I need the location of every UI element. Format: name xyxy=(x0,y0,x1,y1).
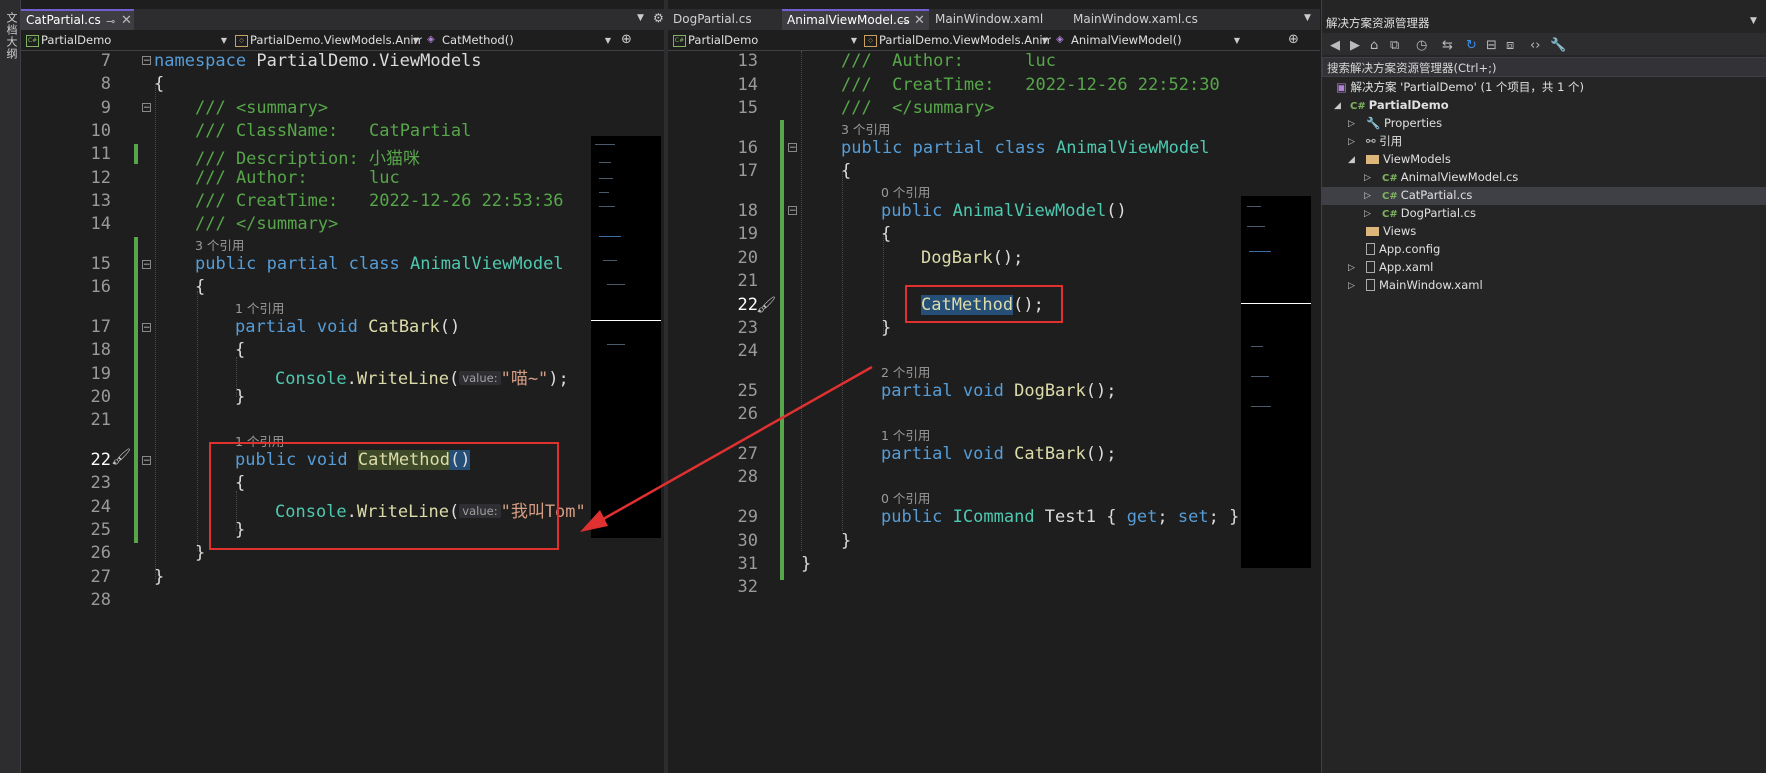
tree-item-properties[interactable]: 🔧 Properties xyxy=(1366,115,1442,132)
tree-item-label: Views xyxy=(1383,224,1417,238)
tree-item-label: DogPartial.cs xyxy=(1400,206,1477,220)
code-icon[interactable]: ‹› xyxy=(1530,38,1540,53)
tree-item-label: App.config xyxy=(1379,242,1441,256)
forward-icon[interactable]: ▶ xyxy=(1350,38,1360,53)
chevron-down-icon[interactable]: ▼ xyxy=(1750,16,1757,26)
tree-item-mainwindow-xaml[interactable]: MainWindow.xaml xyxy=(1366,277,1483,294)
back-icon[interactable]: ◀ xyxy=(1330,38,1340,53)
history-icon[interactable]: ◷ xyxy=(1416,38,1427,53)
csharp-file-icon: C# xyxy=(1382,191,1398,202)
csharp-project-icon: C# xyxy=(1350,101,1366,112)
tree-item-catpartial[interactable]: C# CatPartial.cs xyxy=(1382,187,1472,204)
tree-item-viewmodels[interactable]: ViewModels xyxy=(1366,151,1451,168)
search-input[interactable]: 搜索解决方案资源管理器(Ctrl+;) xyxy=(1322,57,1766,77)
collapsed-icon[interactable]: ▷ xyxy=(1348,263,1355,273)
tree-item-label: 引用 xyxy=(1379,134,1403,148)
solution-toolbar xyxy=(1322,33,1766,55)
wrench-icon[interactable]: 🔧 xyxy=(1550,38,1566,53)
panel-title: 解决方案资源管理器 xyxy=(1326,16,1430,30)
tree-item-references[interactable]: ⚯ 引用 xyxy=(1366,133,1402,150)
tree-item-label: CatPartial.cs xyxy=(1400,188,1473,202)
csharp-file-icon: C# xyxy=(1382,209,1398,220)
solution-node[interactable]: ▣ 解决方案 'PartialDemo' (1 个项目，共 1 个) xyxy=(1336,79,1584,96)
collapsed-icon[interactable]: ▷ xyxy=(1348,281,1355,291)
refresh-icon[interactable]: ↻ xyxy=(1466,38,1477,53)
xaml-file-icon xyxy=(1366,261,1375,273)
expanded-icon[interactable]: ◢ xyxy=(1334,101,1341,111)
annotation-arrow xyxy=(580,365,873,532)
project-label: PartialDemo xyxy=(1368,98,1449,112)
collapsed-icon[interactable]: ▷ xyxy=(1364,173,1371,183)
tree-item-views[interactable]: Views xyxy=(1366,223,1416,240)
show-all-files-icon[interactable]: ⧈ xyxy=(1506,38,1514,53)
tree-item-app-config[interactable]: App.config xyxy=(1366,241,1440,258)
collapsed-icon[interactable]: ▷ xyxy=(1348,137,1355,147)
collapsed-icon[interactable]: ▷ xyxy=(1348,119,1355,129)
sync-icon[interactable]: ⧉ xyxy=(1390,38,1399,53)
collapsed-icon[interactable]: ▷ xyxy=(1364,191,1371,201)
tree-item-app-xaml[interactable]: App.xaml xyxy=(1366,259,1433,276)
tree-item-label: Properties xyxy=(1383,116,1443,130)
solution-explorer: 解决方案资源管理器 ▼ ◀ ▶ ⌂ ⧉ ◷ ⇆ ↻ ⊟ ⧈ ‹› 🔧 搜索解决方… xyxy=(1321,0,1766,773)
search-placeholder: 搜索解决方案资源管理器(Ctrl+;) xyxy=(1327,61,1497,75)
solution-icon: ▣ xyxy=(1336,80,1351,94)
tree-item-label: App.xaml xyxy=(1379,260,1434,274)
tree-item-label: MainWindow.xaml xyxy=(1379,278,1483,292)
tree-item-label: AnimalViewModel.cs xyxy=(1400,170,1519,184)
collapse-all-icon[interactable]: ⊟ xyxy=(1486,38,1497,53)
folder-icon xyxy=(1366,155,1379,164)
project-node[interactable]: C# PartialDemo xyxy=(1350,97,1449,114)
tree-item-animalviewmodel[interactable]: C# AnimalViewModel.cs xyxy=(1382,169,1518,186)
wrench-icon: 🔧 xyxy=(1366,116,1384,130)
home-icon[interactable]: ⌂ xyxy=(1370,38,1378,53)
solution-label: 解决方案 'PartialDemo' (1 个项目，共 1 个) xyxy=(1350,80,1585,94)
tree-item-label: ViewModels xyxy=(1383,152,1451,166)
xaml-file-icon xyxy=(1366,279,1375,291)
config-file-icon xyxy=(1366,243,1375,255)
folder-icon xyxy=(1366,227,1379,236)
expanded-icon[interactable]: ◢ xyxy=(1348,155,1355,165)
switch-views-icon[interactable]: ⇆ xyxy=(1442,38,1453,53)
references-icon: ⚯ xyxy=(1366,134,1380,148)
tree-item-dogpartial[interactable]: C# DogPartial.cs xyxy=(1382,205,1476,222)
csharp-file-icon: C# xyxy=(1382,173,1398,184)
collapsed-icon[interactable]: ▷ xyxy=(1364,209,1371,219)
